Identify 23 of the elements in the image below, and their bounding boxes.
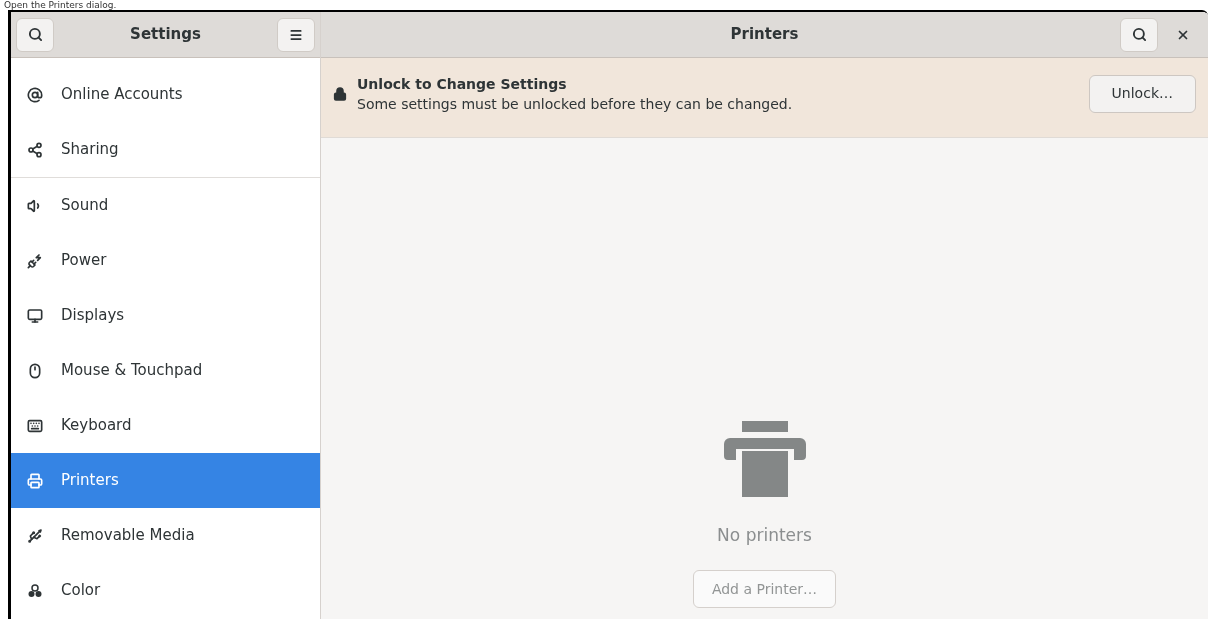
banner-text: Some settings must be unlocked before they can be changed. [357,94,794,114]
search-icon [27,27,43,42]
search-icon [1131,27,1147,42]
empty-state-text: No printers [717,523,812,547]
page-title: Printers [729,24,800,46]
monitor-icon [27,307,43,324]
banner-title: Unlock to Change Settings [357,74,568,94]
menu-icon [289,27,303,42]
caption-text: Open the Printers dialog. [3,0,118,10]
color-circles-icon [27,582,43,599]
sidebar-item[interactable]: Printers [11,453,320,508]
keyboard-icon [27,417,43,434]
search-button[interactable] [1120,17,1158,52]
lock-icon [333,86,347,101]
printer-icon [723,420,806,497]
at-sign-icon [27,86,43,103]
sidebar-title: Settings [130,24,201,46]
mouse-icon [27,362,43,379]
menu-button[interactable] [277,17,315,52]
search-button[interactable] [16,17,54,52]
unlock-button[interactable]: Unlock… [1088,74,1196,113]
printer-icon [27,472,43,489]
share-icon [27,141,43,158]
